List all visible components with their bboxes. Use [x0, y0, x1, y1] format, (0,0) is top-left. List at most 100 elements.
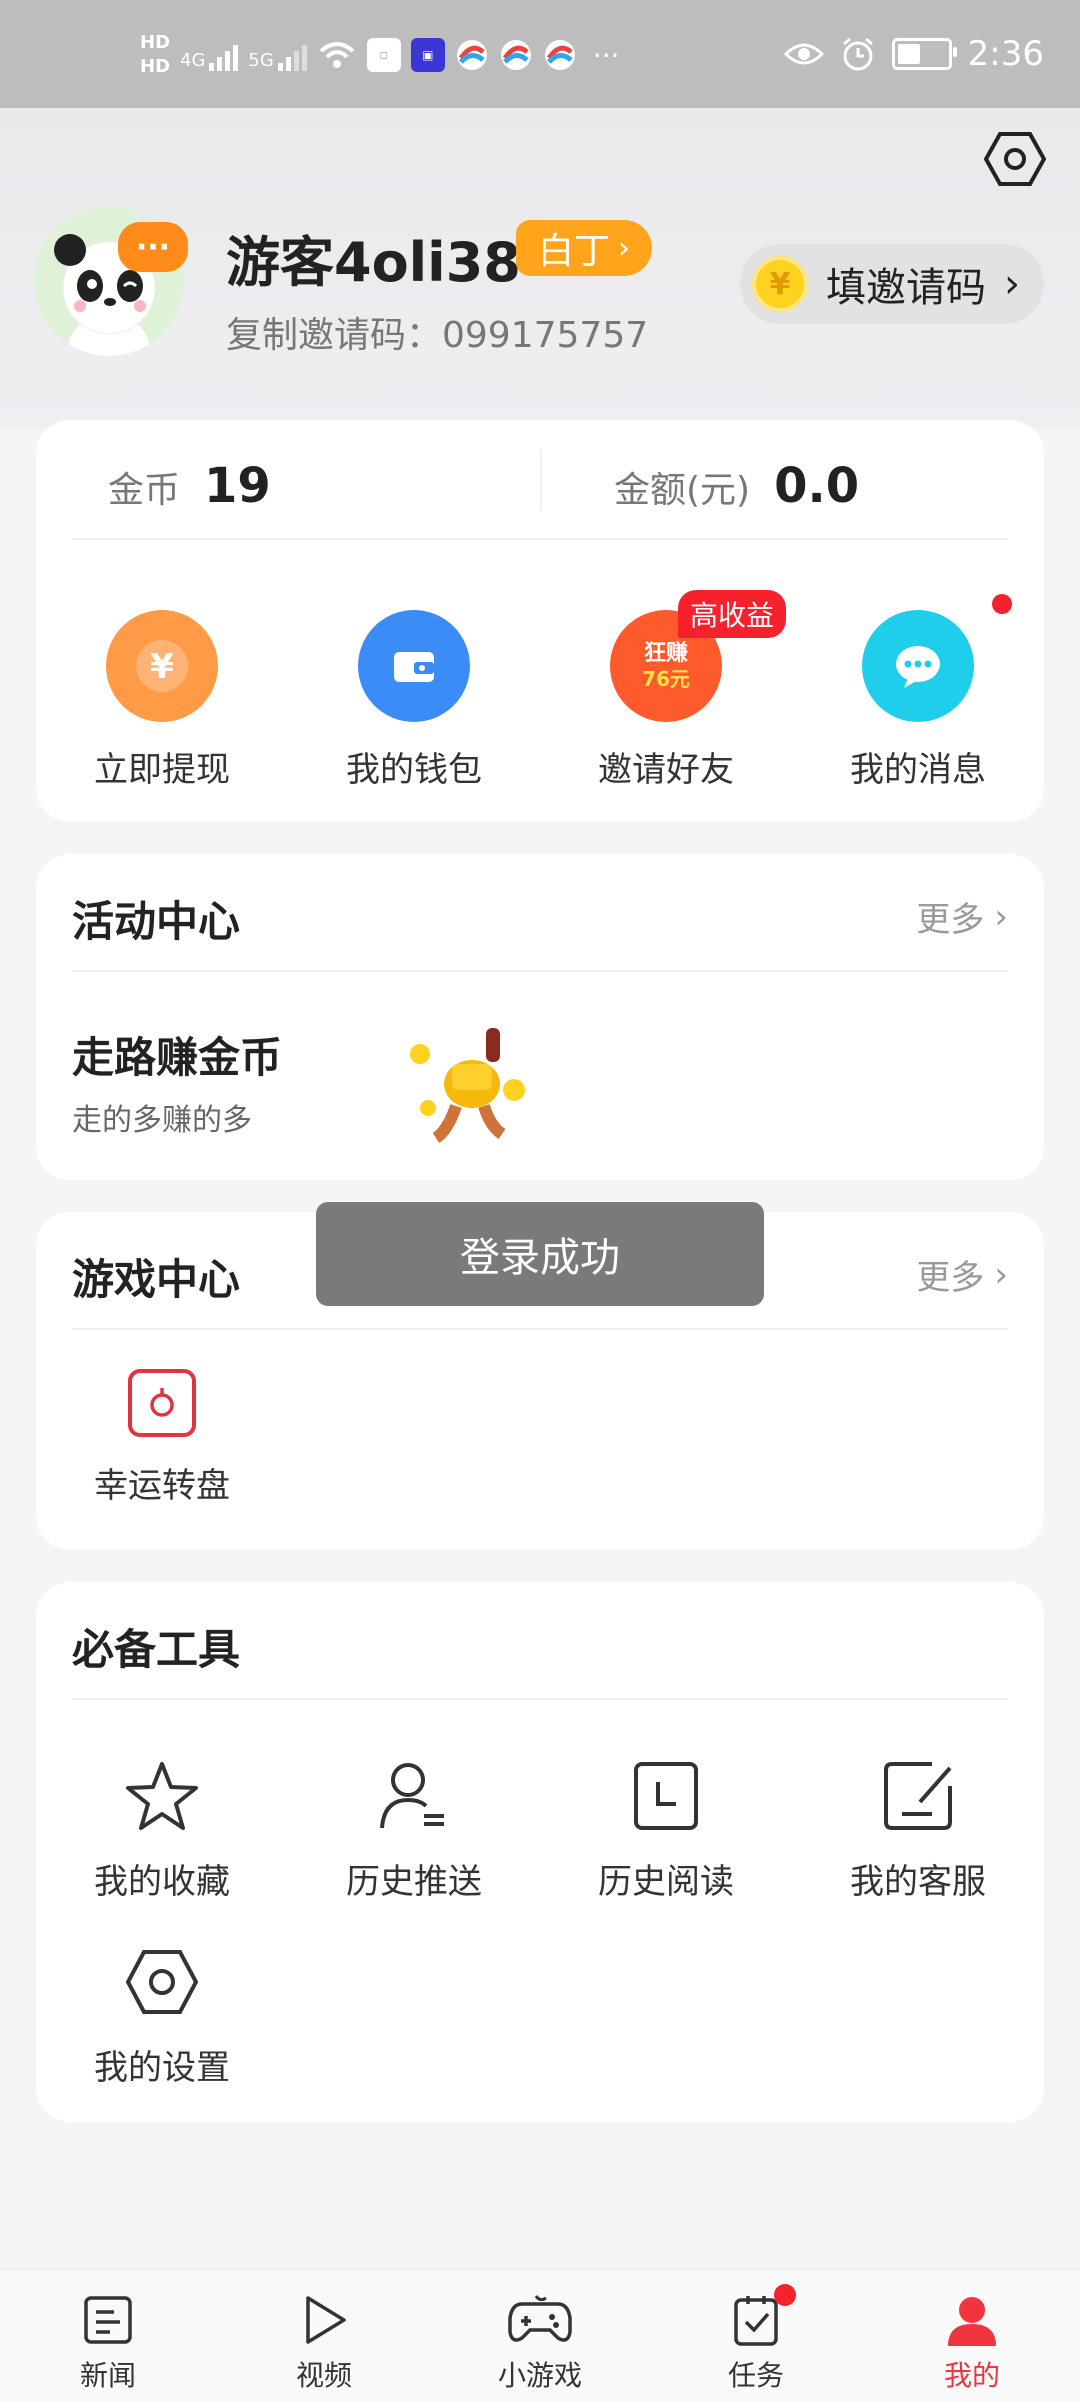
tools-row-2: 我的设置 [36, 1944, 1044, 2089]
app-notification-icon [456, 40, 487, 70]
reading-history-button[interactable]: 历史阅读 [540, 1758, 792, 1903]
settings-icon[interactable] [984, 128, 1046, 190]
gamepad-icon [508, 2295, 572, 2342]
rank-badge[interactable]: 白丁 › [516, 220, 653, 276]
coins-label: 金币 [108, 470, 181, 511]
more-label: 更多 [916, 900, 985, 940]
svg-text:¥: ¥ [150, 647, 174, 687]
stats-row: 金币 19 金额(元) 0.0 [36, 420, 1044, 538]
stat-divider [540, 450, 542, 510]
yuan-icon: ¥ [106, 610, 218, 722]
nav-video[interactable]: 视频 [216, 2270, 432, 2402]
wallet-card: 金币 19 金额(元) 0.0 ¥ 立即提现 我的钱包 狂赚 76元 高收益 邀… [36, 420, 1044, 822]
divider [72, 970, 1008, 972]
divider [72, 538, 1008, 540]
push-history-button[interactable]: 历史推送 [288, 1758, 540, 1903]
amount-label: 金额(元) [614, 470, 751, 511]
favorites-label: 我的收藏 [94, 1862, 230, 1902]
app-notification-icon [544, 40, 575, 70]
copy-invite-code[interactable]: 复制邀请码：099175757 [226, 306, 648, 358]
gold-treasure-icon [410, 1028, 525, 1143]
nav-news[interactable]: 新闻 [0, 2270, 216, 2402]
messages-button[interactable]: 我的消息 [792, 594, 1044, 791]
invite-friends-button[interactable]: 狂赚 76元 高收益 邀请好友 [540, 590, 792, 791]
nav-tasks-label: 任务 [727, 2359, 784, 2392]
user-list-icon [380, 1763, 444, 1829]
customer-service-label: 我的客服 [850, 1862, 986, 1902]
net2-label: 5G [248, 50, 274, 71]
fill-invite-code-button[interactable]: ¥ 填邀请码 › [740, 244, 1044, 324]
wallet-icon [358, 610, 470, 722]
play-icon [306, 2296, 346, 2344]
app-notification-icon [500, 40, 531, 70]
signal-4g: 4G [180, 39, 239, 71]
rank-label: 白丁 [538, 231, 611, 272]
chevron-right-icon: › [994, 896, 1008, 937]
coins-value: 19 [204, 458, 271, 514]
nav-minigames[interactable]: 小游戏 [432, 2270, 648, 2402]
tasks-badge-dot [774, 2284, 796, 2306]
hd2-label: HD [140, 56, 171, 77]
clock-icon [634, 1762, 698, 1830]
messages-label: 我的消息 [850, 750, 986, 790]
customer-service-button[interactable]: 我的客服 [792, 1758, 1044, 1903]
chevron-right-icon: › [618, 230, 631, 266]
wallet-label: 我的钱包 [346, 750, 482, 790]
signal-bars-icon [277, 39, 307, 71]
my-settings-label: 我的设置 [94, 2048, 230, 2088]
status-bar: HD HD 4G 5G ◻ ▣ ··· 2:36 [0, 0, 1080, 108]
avatar-chat-bubble: ··· [118, 222, 188, 272]
nav-profile-label: 我的 [943, 2359, 1000, 2392]
hd-indicator: HD HD [140, 34, 170, 76]
username: 游客4oli38 [226, 231, 521, 294]
invite-friends-label: 邀请好友 [598, 750, 734, 790]
coins-stat[interactable]: 金币 19 [108, 458, 271, 514]
withdraw-button[interactable]: ¥ 立即提现 [36, 610, 288, 791]
battery-icon [891, 38, 957, 70]
news-icon [84, 2296, 132, 2344]
invite-icon-text-2: 76元 [642, 667, 690, 691]
chevron-right-icon: › [1004, 261, 1020, 307]
tools-card: 必备工具 我的收藏 历史推送 历史阅读 我的客服 我的设置 [36, 1582, 1044, 2122]
divider [72, 1328, 1008, 1330]
nav-tasks[interactable]: 任务 [648, 2270, 864, 2402]
wallet-button[interactable]: 我的钱包 [288, 610, 540, 791]
wifi-icon [319, 42, 355, 68]
high-income-badge: 高收益 [678, 590, 787, 638]
lucky-wheel-item[interactable]: 幸运转盘 [36, 1368, 288, 1507]
app-notification-icon: ◻ [366, 38, 401, 72]
edit-icon [884, 1762, 952, 1830]
tools-row-1: 我的收藏 历史推送 历史阅读 我的客服 [36, 1758, 1044, 1903]
message-icon [862, 610, 974, 722]
quick-actions: ¥ 立即提现 我的钱包 狂赚 76元 高收益 邀请好友 我的消息 [36, 590, 1044, 791]
nav-news-label: 新闻 [79, 2359, 136, 2392]
nav-minigames-label: 小游戏 [497, 2359, 582, 2392]
lucky-wheel-label: 幸运转盘 [94, 1466, 230, 1506]
game-more-link[interactable]: 更多 › [916, 1250, 1008, 1299]
wheel-icon [128, 1369, 196, 1437]
invite-icon-text-1: 狂赚 [643, 641, 688, 666]
reading-history-label: 历史阅读 [598, 1862, 734, 1902]
alarm-icon [842, 37, 873, 71]
nav-profile[interactable]: 我的 [864, 2270, 1080, 2402]
status-left: HD HD 4G 5G ◻ ▣ ··· [140, 34, 620, 76]
activity-more-link[interactable]: 更多 › [916, 892, 1008, 941]
more-label: 更多 [916, 1258, 985, 1298]
activity-center-card: 活动中心 更多 › 走路赚金币 走的多赚的多 [36, 854, 1044, 1180]
withdraw-label: 立即提现 [94, 750, 230, 790]
profile-icon [948, 2297, 996, 2346]
bottom-navigation: 新闻 视频 小游戏 任务 我的 [0, 2268, 1080, 2402]
game-center-title: 游戏中心 [72, 1255, 241, 1304]
favorites-button[interactable]: 我的收藏 [36, 1758, 288, 1903]
nav-video-label: 视频 [295, 2359, 352, 2392]
status-right: 2:36 [783, 34, 1044, 74]
amount-stat[interactable]: 金额(元) 0.0 [614, 458, 859, 514]
signal-bars-icon [209, 39, 239, 71]
tools-title: 必备工具 [72, 1625, 241, 1674]
activity-center-title: 活动中心 [72, 897, 241, 946]
fill-invite-label: 填邀请码 [826, 265, 986, 311]
my-settings-button[interactable]: 我的设置 [36, 1944, 288, 2089]
settings-icon [125, 1950, 199, 2014]
push-history-label: 历史推送 [346, 1862, 482, 1902]
amount-value: 0.0 [774, 458, 860, 514]
